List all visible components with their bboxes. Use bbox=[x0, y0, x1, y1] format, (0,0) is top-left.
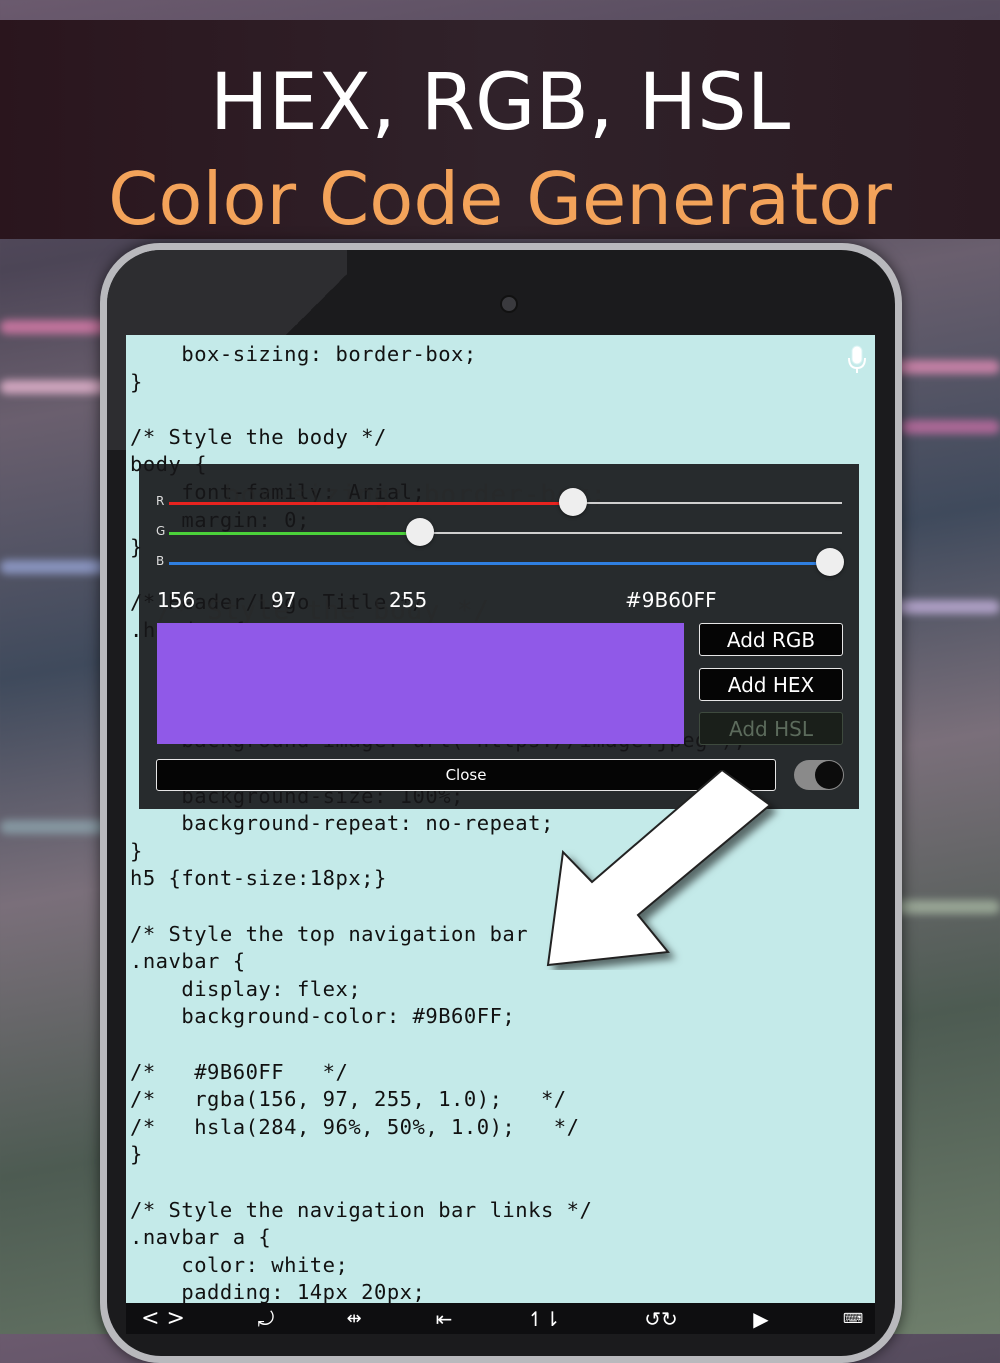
jump-icon[interactable]: ⇹ bbox=[339, 1303, 369, 1334]
code-line[interactable]: /* Style the top navigation bar bbox=[130, 922, 528, 946]
hex-value: #9B60FF bbox=[625, 588, 717, 612]
color-swatch bbox=[157, 623, 684, 744]
slider-thumb[interactable] bbox=[816, 548, 844, 576]
code-line[interactable]: background-color: #9B60FF; bbox=[130, 1004, 515, 1028]
slider-fill bbox=[169, 531, 421, 535]
slider-label: B bbox=[156, 554, 165, 568]
green-value: 97 bbox=[271, 588, 297, 612]
code-line[interactable]: color: white; bbox=[130, 1253, 348, 1277]
editor-toolbar: < > ⤾ ⇹ ⇤ ↿⇂ ↺↻ ▶ ⌨ bbox=[126, 1303, 875, 1334]
blue-value: 255 bbox=[389, 588, 428, 612]
code-line[interactable]: } bbox=[130, 370, 143, 394]
code-line[interactable]: display: flex; bbox=[130, 977, 361, 1001]
add-hsl-button[interactable]: Add HSL bbox=[699, 712, 843, 745]
promo-header: HEX, RGB, HSL Color Code Generator bbox=[0, 20, 1000, 241]
promo-subtitle: Color Code Generator bbox=[108, 157, 892, 241]
move-line-icon[interactable]: ↿⇂ bbox=[519, 1303, 569, 1334]
code-line[interactable]: .navbar a { bbox=[130, 1225, 271, 1249]
add-rgb-button[interactable]: Add RGB bbox=[699, 623, 843, 656]
code-line[interactable]: /* #9B60FF */ bbox=[130, 1060, 348, 1084]
ghost-code-line: /* Style the body */ bbox=[157, 596, 491, 626]
wrap-icon[interactable]: ⤾ bbox=[251, 1303, 281, 1334]
red-value: 156 bbox=[157, 588, 196, 612]
add-hex-button[interactable]: Add HEX bbox=[699, 668, 843, 701]
slider-label: R bbox=[156, 494, 165, 508]
slider-fill bbox=[169, 501, 574, 505]
bg-streak bbox=[900, 420, 1000, 434]
code-line[interactable]: /* rgba(156, 97, 255, 1.0); */ bbox=[130, 1087, 567, 1111]
code-line[interactable]: /* Style the body */ bbox=[130, 425, 387, 449]
microphone-icon[interactable] bbox=[846, 345, 868, 375]
bg-streak bbox=[890, 360, 1000, 374]
code-line[interactable]: background-repeat: no-repeat; bbox=[130, 811, 554, 835]
code-line[interactable]: /* Style the navigation bar links */ bbox=[130, 1198, 592, 1222]
arrow-icon bbox=[546, 770, 772, 967]
slider-fill bbox=[169, 561, 830, 565]
code-line[interactable]: .navbar { bbox=[130, 949, 246, 973]
slider-label: G bbox=[156, 524, 166, 538]
back-forward-icon[interactable]: < > bbox=[138, 1303, 188, 1334]
bg-streak bbox=[0, 820, 110, 834]
promo-title: HEX, RGB, HSL bbox=[209, 58, 791, 148]
code-line[interactable]: box-sizing: border-box; bbox=[130, 342, 477, 366]
keyboard-icon[interactable]: ⌨ bbox=[838, 1303, 868, 1334]
bg-streak bbox=[890, 900, 1000, 914]
code-line[interactable]: padding: 14px 20px; bbox=[130, 1280, 425, 1304]
ghost-code-line: box-sizing: border-box; bbox=[224, 480, 608, 510]
code-line[interactable]: } bbox=[130, 1142, 143, 1166]
undo-redo-icon[interactable]: ↺↻ bbox=[631, 1303, 691, 1334]
run-icon[interactable]: ▶ bbox=[746, 1303, 776, 1334]
camera-icon bbox=[500, 295, 518, 313]
code-line[interactable]: } bbox=[130, 839, 143, 863]
line-start-icon[interactable]: ⇤ bbox=[429, 1303, 459, 1334]
code-line[interactable]: /* hsla(284, 96%, 50%, 1.0); */ bbox=[130, 1115, 579, 1139]
code-line[interactable]: h5 {font-size:18px;} bbox=[130, 866, 387, 890]
